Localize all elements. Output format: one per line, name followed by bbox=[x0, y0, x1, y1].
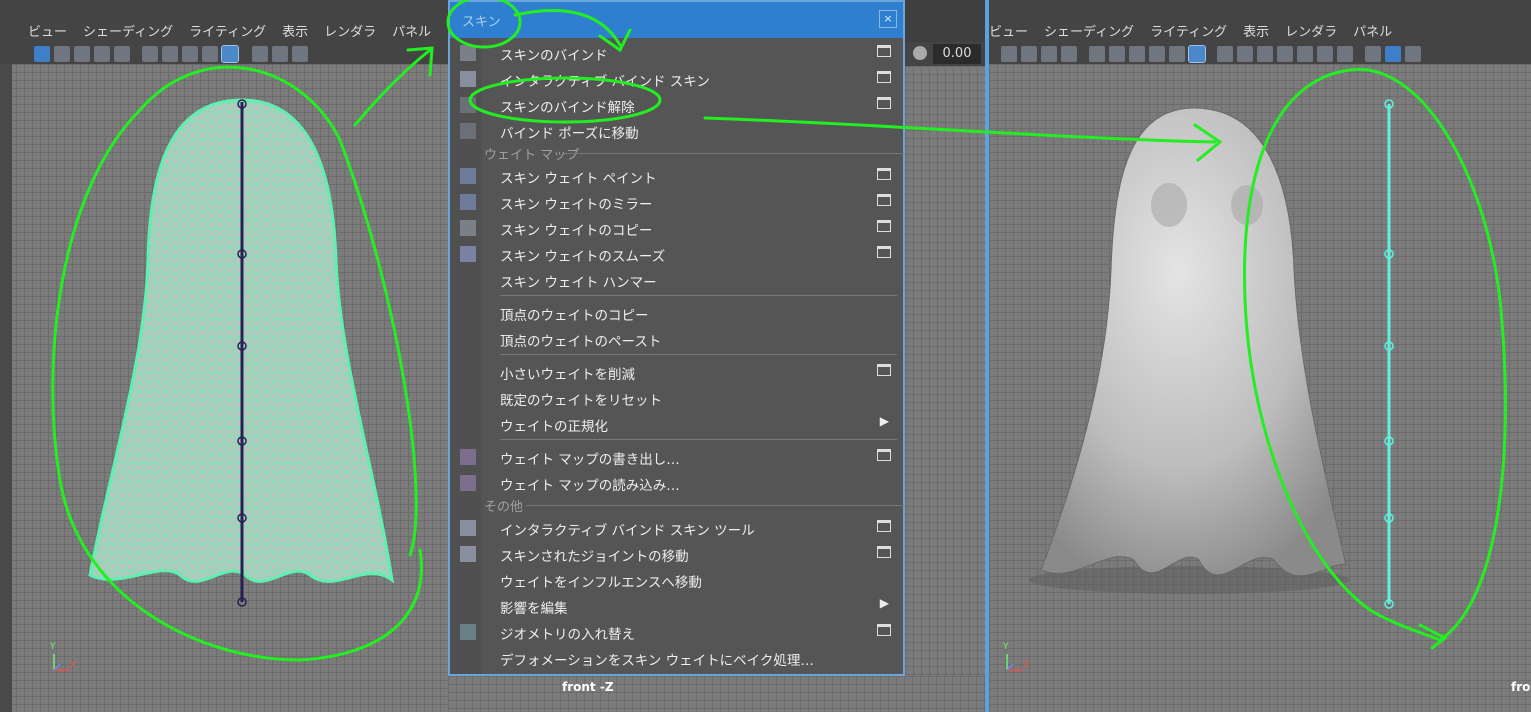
option-box-icon[interactable] bbox=[877, 220, 891, 232]
option-box-icon[interactable] bbox=[877, 520, 891, 532]
menu-item-normalize-weights[interactable]: ウェイトの正規化 ▶ bbox=[450, 411, 903, 437]
option-box-icon[interactable] bbox=[877, 194, 891, 206]
option-box-icon[interactable] bbox=[877, 449, 891, 461]
option-box-icon[interactable] bbox=[877, 364, 891, 376]
move-joints-icon bbox=[460, 546, 476, 562]
paint-weights-icon bbox=[460, 168, 476, 184]
menu-item-mirror-skin-weights[interactable]: スキン ウェイトのミラー bbox=[450, 189, 903, 215]
section-weight-maps: ウェイト マップ bbox=[484, 144, 904, 163]
menu-item-edit-influences[interactable]: 影響を編集 ▶ bbox=[450, 593, 903, 619]
unbind-skin-icon bbox=[460, 97, 476, 113]
interactive-bind-icon bbox=[460, 71, 476, 87]
menu-item-hammer-skin-weights[interactable]: スキン ウェイト ハンマー bbox=[450, 267, 903, 293]
option-box-icon[interactable] bbox=[877, 45, 891, 57]
import-map-icon bbox=[460, 475, 476, 491]
option-box-icon[interactable] bbox=[877, 168, 891, 180]
menu-item-go-to-bind-pose[interactable]: バインド ポーズに移動 bbox=[450, 118, 903, 144]
menu-item-copy-vertex-weights[interactable]: 頂点のウェイトのコピー bbox=[450, 300, 903, 326]
skin-menu: スキン × スキンのバインド インタラクティブ バインド スキン スキンのバイン… bbox=[448, 0, 905, 676]
option-box-icon[interactable] bbox=[877, 546, 891, 558]
left-viewport[interactable]: ビュー シェーディング ライティング 表示 レンダラ パネル Y X bbox=[0, 0, 448, 712]
submenu-arrow-icon: ▶ bbox=[879, 596, 889, 610]
submenu-arrow-icon: ▶ bbox=[879, 414, 889, 428]
option-box-icon[interactable] bbox=[877, 97, 891, 109]
menu-item-move-skinned-joints[interactable]: スキンされたジョイントの移動 bbox=[450, 541, 903, 567]
menu-item-reset-weights[interactable]: 既定のウェイトをリセット bbox=[450, 385, 903, 411]
export-map-icon bbox=[460, 449, 476, 465]
mirror-weights-icon bbox=[460, 194, 476, 210]
value-field[interactable]: 0.00 bbox=[933, 44, 981, 64]
right-viewport[interactable]: ビュー シェーディング ライティング 表示 レンダラ パネル Y X fro bbox=[985, 0, 1531, 712]
menu-separator bbox=[500, 439, 897, 440]
menu-item-paste-vertex-weights[interactable]: 頂点のウェイトのペースト bbox=[450, 326, 903, 352]
bind-skin-icon bbox=[460, 45, 476, 61]
aperture-icon[interactable] bbox=[913, 46, 927, 60]
menu-separator bbox=[500, 295, 897, 296]
menu-item-copy-skin-weights[interactable]: スキン ウェイトのコピー bbox=[450, 215, 903, 241]
copy-weights-icon bbox=[460, 220, 476, 236]
bind-tool-icon bbox=[460, 520, 476, 536]
option-box-icon[interactable] bbox=[877, 246, 891, 258]
axis-gizmo-icon bbox=[1006, 654, 1023, 671]
menu-item-smooth-skin-weights[interactable]: スキン ウェイトのスムーズ bbox=[450, 241, 903, 267]
menu-item-paint-skin-weights[interactable]: スキン ウェイト ペイント bbox=[450, 163, 903, 189]
menu-item-export-weight-maps[interactable]: ウェイト マップの書き出し… bbox=[450, 444, 903, 470]
camera-label-right: fro bbox=[1511, 680, 1531, 694]
menu-item-move-weights-to-influences[interactable]: ウェイトをインフルエンスへ移動 bbox=[450, 567, 903, 593]
bind-pose-icon bbox=[460, 123, 476, 139]
menu-item-bake-deformation[interactable]: デフォメーションをスキン ウェイトにベイク処理… bbox=[450, 645, 903, 671]
wireframe-ghost bbox=[88, 98, 395, 607]
skin-menu-title-bar[interactable]: スキン × bbox=[450, 2, 903, 38]
menu-separator bbox=[500, 354, 897, 355]
shaded-ghost bbox=[1029, 99, 1394, 609]
menu-item-unbind-skin[interactable]: スキンのバインド解除 bbox=[450, 92, 903, 118]
center-toolbar-strip: 0.00 bbox=[905, 0, 985, 712]
skin-menu-body: スキンのバインド インタラクティブ バインド スキン スキンのバインド解除 バイ… bbox=[450, 38, 904, 674]
camera-label-front: front -Z bbox=[562, 680, 614, 694]
menu-item-interactive-bind-skin-tool[interactable]: インタラクティブ バインド スキン ツール bbox=[450, 515, 903, 541]
option-box-icon[interactable] bbox=[877, 71, 891, 83]
menu-item-bind-skin[interactable]: スキンのバインド bbox=[450, 40, 903, 66]
section-other: その他 bbox=[484, 496, 904, 515]
replace-geometry-icon bbox=[460, 624, 476, 640]
menu-item-interactive-bind-skin[interactable]: インタラクティブ バインド スキン bbox=[450, 66, 903, 92]
menu-item-import-weight-maps[interactable]: ウェイト マップの読み込み… bbox=[450, 470, 903, 496]
axis-gizmo-icon bbox=[53, 654, 70, 671]
smooth-weights-icon bbox=[460, 246, 476, 262]
close-button[interactable]: × bbox=[879, 10, 897, 28]
skin-menu-title: スキン bbox=[462, 15, 501, 30]
menu-item-prune-small-weights[interactable]: 小さいウェイトを削減 bbox=[450, 359, 903, 385]
center-viewport-bottom bbox=[448, 676, 985, 712]
menu-item-replace-geometry[interactable]: ジオメトリの入れ替え bbox=[450, 619, 903, 645]
option-box-icon[interactable] bbox=[877, 624, 891, 636]
